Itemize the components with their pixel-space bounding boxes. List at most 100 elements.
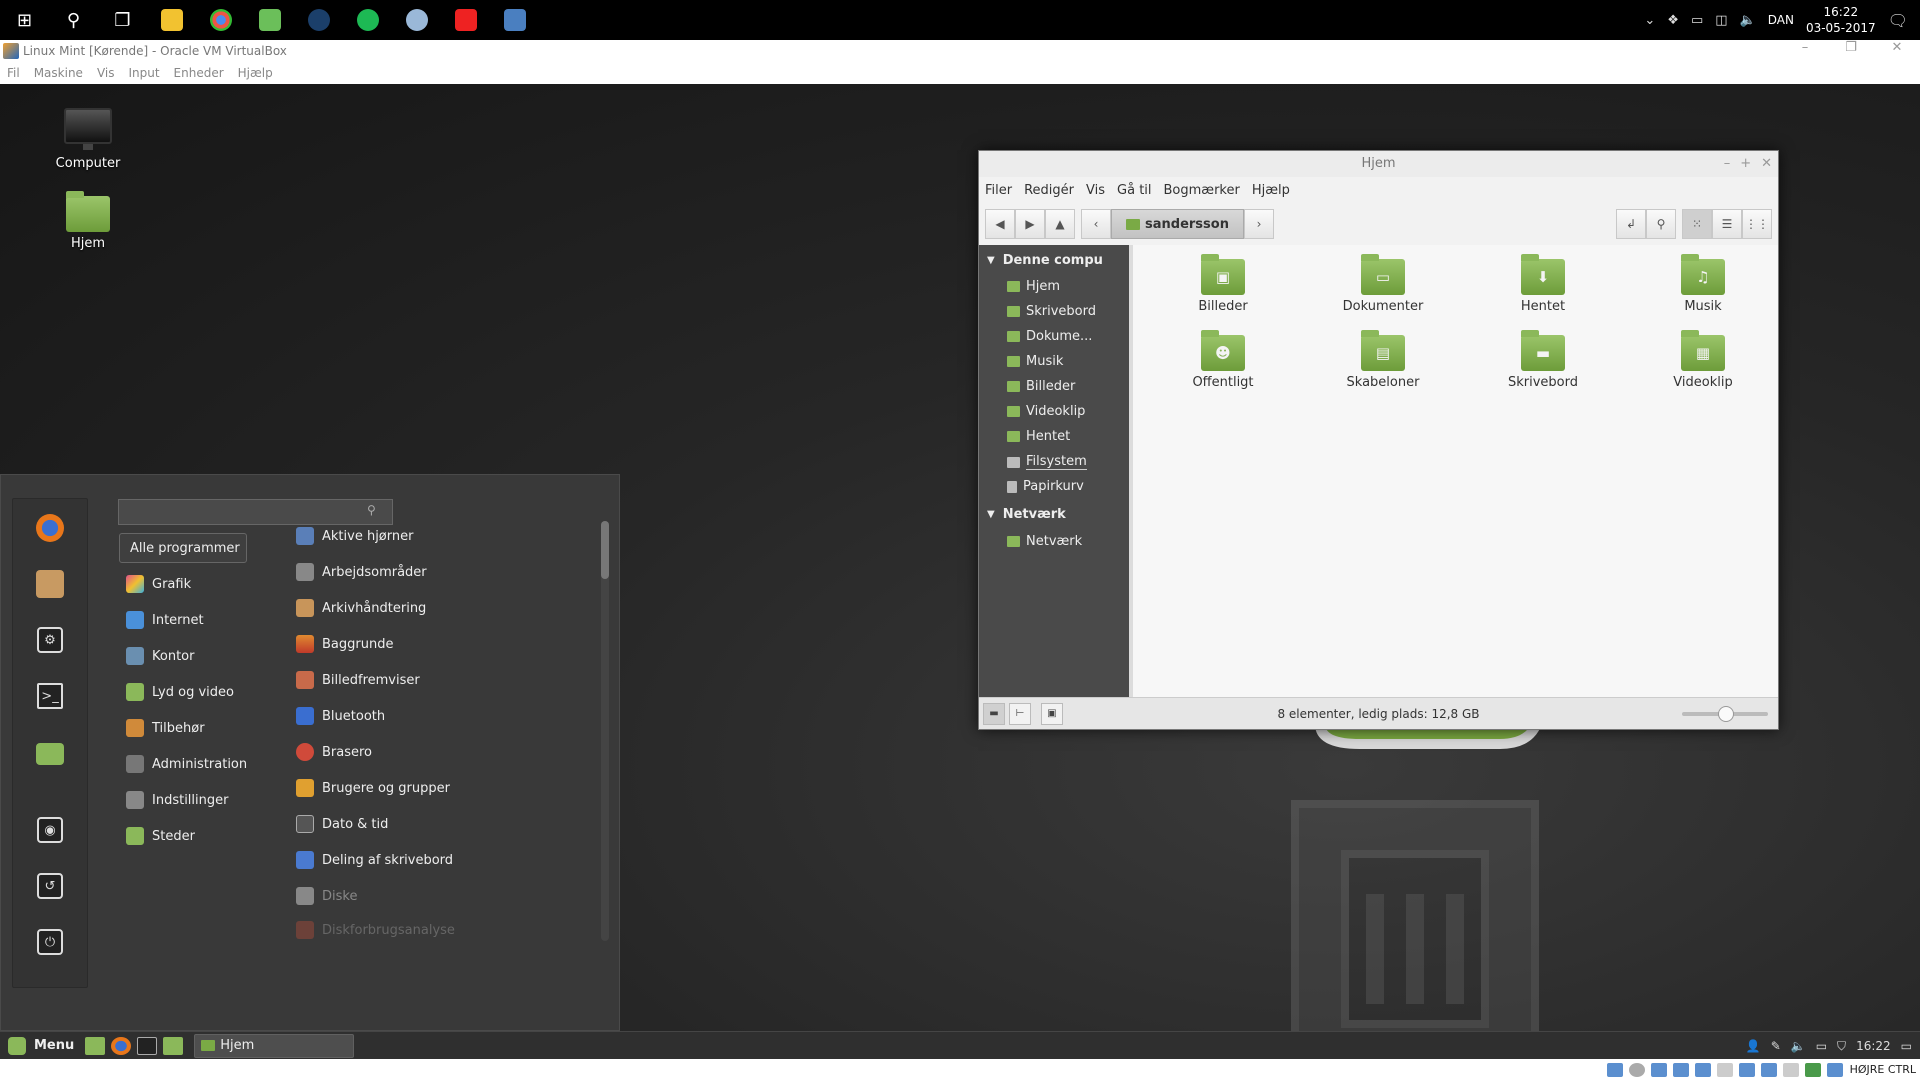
steam-icon[interactable] [294,0,343,40]
volume-icon[interactable]: 🔈 [1791,1039,1806,1053]
category-internet[interactable]: Internet [119,605,204,635]
file-item[interactable]: ♫ Musik [1643,254,1763,314]
file-item[interactable]: ▭ Dokumenter [1323,254,1443,314]
app-item[interactable]: Brugere og grupper [296,773,450,803]
folder-icon[interactable] [163,1036,184,1055]
category-all[interactable]: Alle programmer [119,533,247,563]
category-grafik[interactable]: Grafik [119,569,191,599]
close-icon[interactable]: ✕ [1761,151,1772,177]
category-steder[interactable]: Steder [119,821,195,851]
sidebar-item-papirkurv[interactable]: Papirkurv [1007,479,1084,494]
app-item[interactable]: Arkivhåndtering [296,593,426,623]
nemo-menu-hjaelp[interactable]: Hjælp [1246,183,1296,198]
file-item[interactable]: ▬ Skrivebord [1483,330,1603,390]
fav-lock[interactable]: ◉ [33,813,67,847]
hard-disk-icon[interactable] [1606,1062,1623,1077]
search-button[interactable]: ⚲ [1646,209,1676,239]
vbox-menu-vis[interactable]: Vis [90,66,122,80]
sniptool-icon[interactable] [245,0,294,40]
vbox-menu-enheder[interactable]: Enheder [167,66,231,80]
nemo-menu-rediger[interactable]: Redigér [1018,183,1080,198]
cloud-app-icon[interactable] [392,0,441,40]
battery-icon[interactable]: ▭ [1816,1039,1827,1053]
close-icon[interactable]: ✕ [1874,40,1920,55]
file-item[interactable]: ▣ Billeder [1163,254,1283,314]
vivaldi-icon[interactable] [441,0,490,40]
fav-software-manager[interactable] [33,567,67,601]
category-indstillinger[interactable]: Indstillinger [119,785,228,815]
firefox-icon[interactable] [111,1036,132,1055]
audio-icon[interactable] [1650,1062,1667,1077]
battery-icon[interactable]: ▭ [1691,13,1703,28]
minimize-icon[interactable]: – [1782,40,1828,55]
shield-icon[interactable]: ⛉ [1837,1039,1846,1054]
sidebar-item-hentet[interactable]: Hentet [1007,429,1070,444]
file-item[interactable]: ☻ Offentligt [1163,330,1283,390]
list-view-button[interactable]: ☰ [1712,209,1742,239]
forward-button[interactable]: ▶ [1015,209,1045,239]
mouse-integration-icon[interactable] [1826,1062,1843,1077]
nemo-titlebar[interactable]: Hjem – + ✕ [979,151,1778,177]
nemo-menu-bogmaerker[interactable]: Bogmærker [1158,183,1246,198]
show-desktop-icon[interactable] [85,1036,106,1055]
path-button-home[interactable]: sandersson [1111,209,1244,239]
zoom-slider-knob[interactable] [1718,706,1734,722]
zoom-slider[interactable] [1682,706,1768,722]
app-item[interactable]: Diskforbrugsanalyse [296,915,455,945]
path-scroll-right-button[interactable]: › [1243,209,1274,239]
app-item[interactable]: Aktive hjørner [296,521,413,551]
windows-start-icon[interactable]: ⊞ [0,0,49,40]
sidebar-item-netvaerk[interactable]: Netværk [1007,534,1082,549]
toggle-location-button[interactable]: ↲ [1616,209,1646,239]
app-item[interactable]: Arbejdsområder [296,557,427,587]
taskbar-window-hjem[interactable]: Hjem [194,1033,355,1058]
nemo-menu-filer[interactable]: Filer [979,183,1018,198]
fav-logout[interactable]: ↺ [33,869,67,903]
app-item[interactable]: Baggrunde [296,629,393,659]
cpu-icon[interactable] [1782,1062,1799,1077]
sidebar-item-filsystem[interactable]: Filsystem [1007,454,1087,470]
file-explorer-icon[interactable] [147,0,196,40]
volume-icon[interactable]: 🔈 [1740,13,1756,28]
usb-icon[interactable] [1694,1062,1711,1077]
network-icon[interactable]: ◫ [1715,13,1727,28]
file-item[interactable]: ▦ Videoklip [1643,330,1763,390]
search-icon[interactable]: ⚲ [49,0,98,40]
sidebar-item-billeder[interactable]: Billeder [1007,379,1075,394]
app-item[interactable]: Brasero [296,737,372,767]
optical-drive-icon[interactable] [1628,1062,1645,1077]
task-view-icon[interactable]: ❐ [98,0,147,40]
user-icon[interactable]: 👤 [1746,1039,1761,1053]
fav-firefox[interactable] [33,511,67,545]
virtualization-icon[interactable] [1804,1062,1821,1077]
sidebar-item-videoklip[interactable]: Videoklip [1007,404,1085,419]
tools-icon[interactable]: ✎ [1771,1039,1781,1053]
maximize-icon[interactable]: + [1740,151,1751,177]
app-item[interactable]: Diske [296,881,357,911]
scrollbar-thumb[interactable] [601,521,609,579]
up-button[interactable]: ▲ [1045,209,1075,239]
desktop-icon-hjem[interactable]: Hjem [38,191,138,251]
fav-terminal[interactable]: >_ [33,679,67,713]
app-item[interactable]: Dato & tid [296,809,388,839]
app-item[interactable]: Bluetooth [296,701,385,731]
back-button[interactable]: ◀ [985,209,1015,239]
sidebar-section-network[interactable]: ▼ Netværk [987,507,1066,522]
sidebar-item-musik[interactable]: Musik [1007,354,1063,369]
category-kontor[interactable]: Kontor [119,641,194,671]
nemo-menu-gaa-til[interactable]: Gå til [1111,183,1158,198]
fav-files[interactable] [33,737,67,771]
minimize-icon[interactable]: – [1724,151,1731,177]
menu-button[interactable]: Menu [0,1036,82,1055]
fav-settings[interactable]: ⚙ [33,623,67,657]
app-item[interactable]: Billedfremviser [296,665,420,695]
virtualbox-icon[interactable] [490,0,539,40]
chrome-icon[interactable] [196,0,245,40]
fav-shutdown[interactable]: ⏻ [33,925,67,959]
network-adapter-icon[interactable] [1672,1062,1689,1077]
sidebar-section-computer[interactable]: ▼ Denne compu [987,253,1103,268]
icon-view-button[interactable]: ⁙ [1682,209,1712,239]
app-item[interactable]: Deling af skrivebord [296,845,453,875]
video-capture-icon[interactable] [1760,1062,1777,1077]
language-indicator[interactable]: DAN [1768,13,1794,27]
